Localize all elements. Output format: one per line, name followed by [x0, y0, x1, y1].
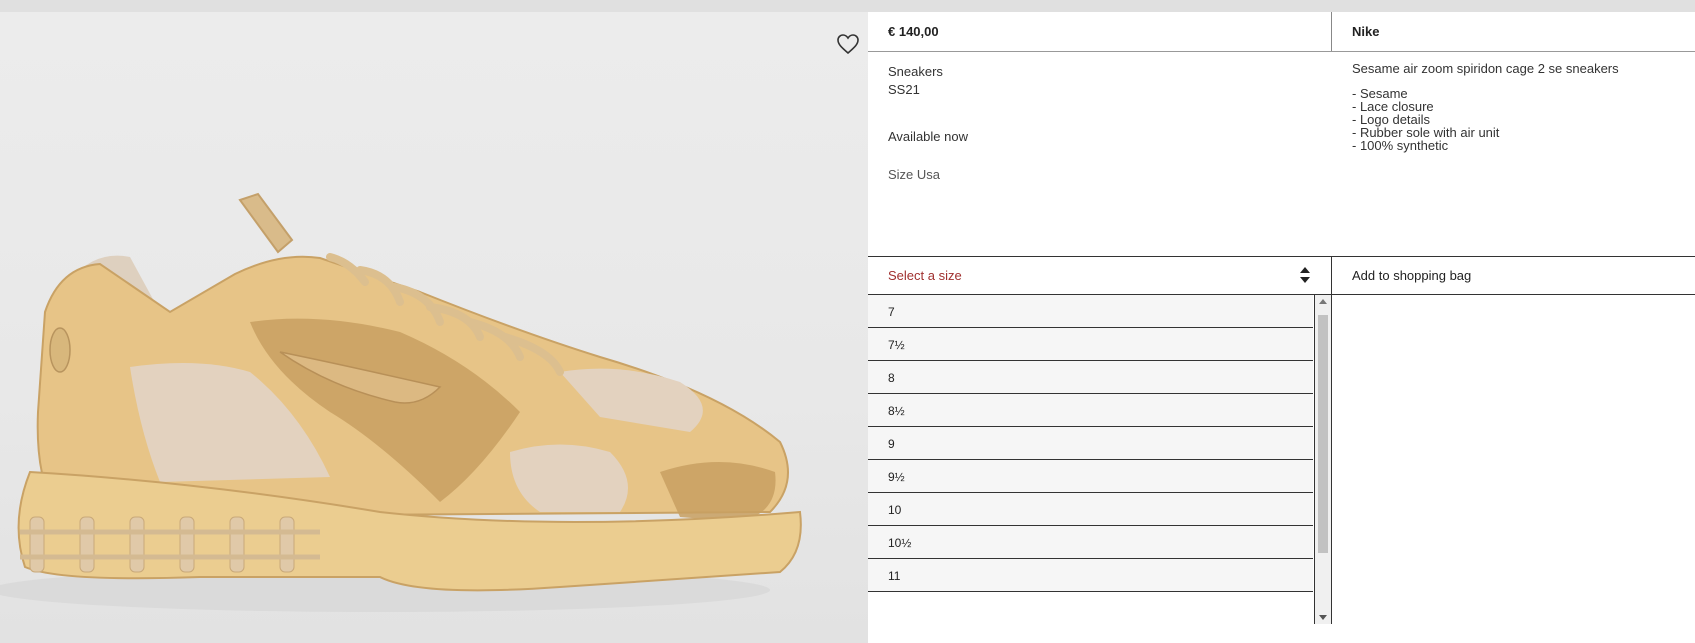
size-option[interactable]: 10: [868, 493, 1313, 526]
product-name: Sesame air zoom spiridon cage 2 se sneak…: [1352, 61, 1619, 76]
product-image: [0, 12, 868, 643]
size-option[interactable]: 7: [868, 295, 1313, 328]
product-info-panel: € 140,00 Nike Sneakers SS21 Available no…: [868, 12, 1695, 643]
size-option-label: 10½: [888, 536, 912, 550]
product-category: Sneakers: [888, 64, 943, 79]
scroll-up-arrow-icon[interactable]: [1315, 295, 1331, 309]
size-dropdown-list[interactable]: 7 7½ 8 8½ 9 9½ 10 10½ 11: [868, 295, 1332, 624]
product-features: - Sesame - Lace closure - Logo details -…: [1352, 87, 1499, 152]
size-option-label: 10: [888, 503, 902, 517]
size-option[interactable]: 9½: [868, 460, 1313, 493]
scrollbar-thumb[interactable]: [1318, 315, 1328, 553]
sneaker-illustration: [0, 192, 802, 612]
feature-item: - 100% synthetic: [1352, 138, 1449, 153]
dropdown-scrollbar[interactable]: [1314, 295, 1331, 624]
add-to-bag-label: Add to shopping bag: [1352, 268, 1472, 283]
size-option[interactable]: 9: [868, 427, 1313, 460]
sort-arrows-icon: [1300, 267, 1310, 283]
size-select[interactable]: Select a size: [868, 257, 1330, 294]
wishlist-heart-icon[interactable]: [836, 32, 860, 56]
size-option-label: 7½: [888, 338, 905, 352]
header-rule: [868, 51, 1695, 52]
size-option-label: 8½: [888, 404, 905, 418]
size-option-label: 9½: [888, 470, 905, 484]
size-option[interactable]: 8: [868, 361, 1313, 394]
size-option[interactable]: 11: [868, 559, 1313, 592]
size-select-label: Select a size: [888, 268, 962, 283]
header-divider: [1331, 12, 1332, 51]
product-price: € 140,00: [888, 24, 939, 39]
size-system-label: Size Usa: [888, 167, 941, 182]
add-to-bag-button[interactable]: Add to shopping bag: [1331, 257, 1695, 294]
size-option[interactable]: 10½: [868, 526, 1313, 559]
scroll-down-arrow-icon[interactable]: [1315, 610, 1331, 624]
product-season: SS21: [888, 82, 920, 97]
size-option-label: 11: [888, 569, 901, 583]
size-option-label: 9: [888, 437, 895, 451]
availability-status: Available now: [888, 129, 968, 144]
size-option-label: 8: [888, 371, 895, 385]
product-brand: Nike: [1352, 24, 1380, 39]
size-option[interactable]: 7½: [868, 328, 1313, 361]
size-option[interactable]: 8½: [868, 394, 1313, 427]
top-band: [0, 0, 1695, 12]
size-option-label: 7: [888, 305, 895, 319]
